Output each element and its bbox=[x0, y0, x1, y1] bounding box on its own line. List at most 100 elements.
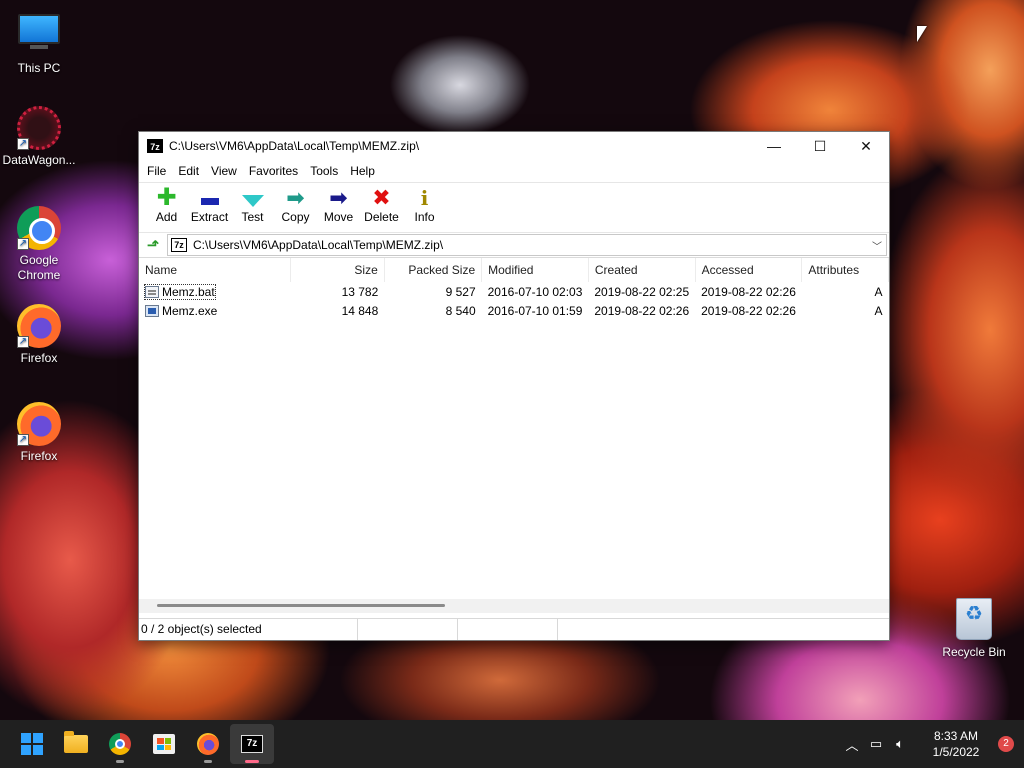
close-button[interactable]: ✕ bbox=[843, 132, 889, 160]
notification-badge[interactable]: 2 bbox=[998, 736, 1014, 752]
network-icon[interactable]: ▭ bbox=[864, 736, 888, 752]
toolbar: ✚ Add Extract Test ➡ Copy ➡ Move ✖ Delet… bbox=[139, 182, 889, 232]
scrollbar-thumb[interactable] bbox=[157, 604, 445, 607]
firefox-icon bbox=[197, 733, 219, 755]
table-row[interactable]: Memz.exe 14 848 8 540 2016-07-10 01:59 2… bbox=[139, 301, 889, 320]
menu-tools[interactable]: Tools bbox=[304, 164, 344, 178]
firefox-icon: ↗ bbox=[17, 402, 61, 446]
info-button[interactable]: i Info bbox=[403, 183, 446, 231]
taskbar: 7z ︿ ▭ 🔈︎ 8:33 AM 1/5/2022 2 bbox=[0, 720, 1024, 768]
taskbar-7zip[interactable]: 7z bbox=[230, 724, 274, 764]
start-button[interactable] bbox=[10, 724, 54, 764]
desktop-icon-firefox-2[interactable]: ↗ Firefox bbox=[1, 402, 77, 464]
clock-date: 1/5/2022 bbox=[932, 745, 980, 759]
chrome-icon: ↗ bbox=[17, 206, 61, 250]
desktop-icon-datawagon[interactable]: ↗ DataWagon... bbox=[1, 106, 77, 168]
copy-label: Copy bbox=[281, 210, 310, 224]
desktop-icon-label: Recycle Bin bbox=[942, 645, 1006, 659]
status-cell-4 bbox=[558, 619, 889, 640]
test-label: Test bbox=[241, 210, 264, 224]
delete-icon: ✖ bbox=[372, 185, 391, 210]
desktop-icon-label: Google Chrome bbox=[17, 253, 61, 282]
extract-button[interactable]: Extract bbox=[188, 183, 231, 231]
windows-logo-icon bbox=[21, 733, 43, 755]
desktop-icon-label: DataWagon... bbox=[2, 153, 76, 167]
active-indicator bbox=[245, 760, 259, 763]
file-name: Memz.bat bbox=[162, 284, 215, 299]
menu-edit[interactable]: Edit bbox=[172, 164, 205, 178]
file-accessed: 2019-08-22 02:26 bbox=[701, 284, 796, 299]
column-header-accessed[interactable]: Accessed bbox=[695, 258, 803, 282]
maximize-button[interactable]: ☐ bbox=[797, 132, 843, 160]
clock[interactable]: 8:33 AM 1/5/2022 bbox=[918, 728, 994, 760]
chevron-down-icon[interactable]: ﹀ bbox=[868, 238, 886, 253]
executable-file-icon bbox=[145, 304, 159, 317]
menu-view[interactable]: View bbox=[205, 164, 243, 178]
add-icon: ✚ bbox=[156, 184, 177, 211]
firefox-icon: ↗ bbox=[17, 304, 61, 348]
menu-favorites[interactable]: Favorites bbox=[243, 164, 304, 178]
column-header-name[interactable]: Name bbox=[139, 258, 292, 282]
delete-label: Delete bbox=[364, 210, 399, 224]
file-created: 2019-08-22 02:26 bbox=[594, 303, 690, 318]
desktop-icon-this-pc[interactable]: This PC bbox=[1, 8, 77, 76]
taskbar-file-explorer[interactable] bbox=[54, 724, 98, 764]
column-header-attributes[interactable]: Attributes bbox=[801, 258, 889, 282]
title-bar[interactable]: 7z C:\Users\VM6\AppData\Local\Temp\MEMZ.… bbox=[139, 132, 889, 160]
minimize-button[interactable]: — bbox=[751, 132, 797, 160]
path-input[interactable]: 7z C:\Users\VM6\AppData\Local\Temp\MEMZ.… bbox=[167, 234, 887, 256]
move-button[interactable]: ➡ Move bbox=[317, 183, 360, 231]
status-bar: 0 / 2 object(s) selected bbox=[139, 618, 889, 640]
7zip-app-icon: 7z bbox=[147, 139, 163, 153]
column-header-modified[interactable]: Modified bbox=[481, 258, 589, 282]
file-name: Memz.exe bbox=[162, 303, 218, 318]
volume-icon[interactable]: 🔈︎ bbox=[888, 736, 912, 752]
file-created: 2019-08-22 02:25 bbox=[594, 284, 690, 299]
batch-file-icon bbox=[145, 285, 159, 298]
desktop-icon-firefox[interactable]: ↗ Firefox bbox=[1, 304, 77, 366]
column-header-size[interactable]: Size bbox=[290, 258, 385, 282]
file-size: 14 848 bbox=[341, 303, 379, 318]
column-headers: Name Size Packed Size Modified Created A… bbox=[139, 258, 889, 282]
copy-button[interactable]: ➡ Copy bbox=[274, 183, 317, 231]
file-modified: 2016-07-10 02:03 bbox=[487, 284, 583, 299]
taskbar-store[interactable] bbox=[142, 724, 186, 764]
monitor-icon bbox=[17, 14, 61, 58]
path-text: C:\Users\VM6\AppData\Local\Temp\MEMZ.zip… bbox=[193, 238, 444, 252]
desktop-icon-google-chrome[interactable]: ↗ Google Chrome bbox=[1, 206, 77, 283]
system-tray: ︿ ▭ 🔈︎ 8:33 AM 1/5/2022 2 bbox=[840, 720, 1024, 768]
file-table: Name Size Packed Size Modified Created A… bbox=[139, 258, 889, 320]
file-packed-size: 9 527 bbox=[445, 284, 476, 299]
copy-icon: ➡ bbox=[286, 185, 305, 210]
status-cell-2 bbox=[358, 619, 458, 640]
taskbar-firefox[interactable] bbox=[186, 724, 230, 764]
archive-icon: 7z bbox=[171, 238, 187, 252]
file-name-cell[interactable]: Memz.bat bbox=[144, 283, 216, 300]
file-name-cell[interactable]: Memz.exe bbox=[145, 304, 217, 318]
menu-bar: File Edit View Favorites Tools Help bbox=[139, 160, 889, 182]
mouse-cursor-icon bbox=[917, 26, 927, 42]
test-icon bbox=[241, 194, 264, 207]
add-button[interactable]: ✚ Add bbox=[145, 183, 188, 231]
menu-file[interactable]: File bbox=[141, 164, 172, 178]
column-header-packed-size[interactable]: Packed Size bbox=[384, 258, 483, 282]
test-button[interactable]: Test bbox=[231, 183, 274, 231]
delete-button[interactable]: ✖ Delete bbox=[360, 183, 403, 231]
file-list: Name Size Packed Size Modified Created A… bbox=[139, 258, 889, 613]
info-label: Info bbox=[414, 210, 435, 224]
clock-time: 8:33 AM bbox=[933, 729, 979, 743]
table-row[interactable]: Memz.bat 13 782 9 527 2016-07-10 02:03 2… bbox=[139, 282, 889, 301]
desktop-icon-recycle-bin[interactable]: Recycle Bin bbox=[936, 598, 1012, 660]
chrome-icon bbox=[109, 733, 131, 755]
horizontal-scrollbar[interactable] bbox=[139, 599, 889, 613]
column-header-created[interactable]: Created bbox=[588, 258, 696, 282]
taskbar-chrome[interactable] bbox=[98, 724, 142, 764]
menu-help[interactable]: Help bbox=[344, 164, 381, 178]
desktop-icon-label: Firefox bbox=[20, 351, 58, 365]
store-icon bbox=[153, 734, 175, 754]
selection-status: 0 / 2 object(s) selected bbox=[139, 619, 358, 640]
move-label: Move bbox=[323, 210, 354, 224]
up-folder-button[interactable]: ⬏ bbox=[139, 233, 167, 257]
folder-icon bbox=[64, 731, 88, 753]
chevron-up-icon[interactable]: ︿ bbox=[840, 735, 864, 754]
